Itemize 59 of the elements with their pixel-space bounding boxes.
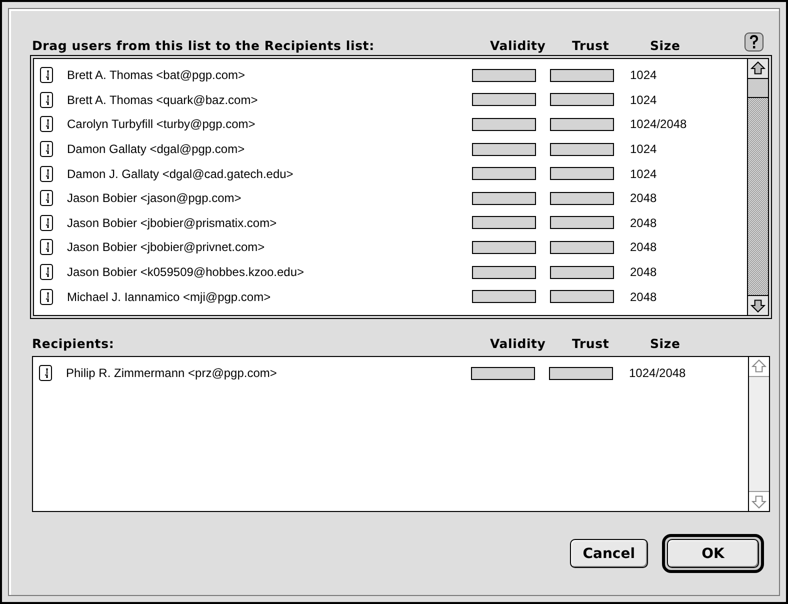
document-icon bbox=[40, 166, 53, 182]
scroll-up-icon[interactable] bbox=[748, 59, 768, 79]
user-name: Damon J. Gallaty <dgal@cad.gatech.edu> bbox=[67, 166, 294, 181]
key-row[interactable]: Brett A. Thomas <bat@pgp.com> 1024 bbox=[34, 63, 747, 88]
key-size: 1024/2048 bbox=[629, 366, 686, 380]
list-heading: Drag users from this list to the Recipients list: bbox=[32, 38, 376, 55]
document-icon bbox=[40, 141, 53, 158]
key-size: 1024/2048 bbox=[630, 117, 687, 132]
scrollbar[interactable] bbox=[747, 59, 768, 315]
key-size: 1024 bbox=[630, 142, 657, 156]
key-size: 2048 bbox=[630, 191, 657, 206]
key-size: 2048 bbox=[630, 290, 657, 304]
key-row[interactable]: Brett A. Thomas <quark@baz.com> 1024 bbox=[34, 88, 747, 112]
user-name: Carolyn Turbyfill <turby@pgp.com> bbox=[67, 117, 256, 132]
document-icon bbox=[40, 214, 53, 231]
scroll-down-icon[interactable] bbox=[748, 295, 768, 315]
key-size: 2048 bbox=[630, 240, 657, 254]
key-row[interactable]: Damon Gallaty <dgal@pgp.com> 1024 bbox=[34, 136, 747, 162]
user-name: Brett A. Thomas <bat@pgp.com> bbox=[67, 68, 246, 82]
help-icon[interactable] bbox=[744, 32, 764, 52]
key-row[interactable]: Carolyn Turbyfill <turby@pgp.com> 1024/2048 bbox=[34, 112, 747, 137]
key-row[interactable]: Damon J. Gallaty <dgal@cad.gatech.edu> 1024 bbox=[34, 161, 747, 186]
document-icon bbox=[40, 116, 53, 132]
scroll-thumb[interactable] bbox=[748, 79, 768, 98]
column-header: Validity bbox=[490, 336, 546, 353]
user-name: Jason Bobier <k059509@hobbes.kzoo.edu> bbox=[67, 265, 306, 280]
user-name: Philip R. Zimmermann <prz@pgp.com> bbox=[66, 366, 278, 380]
key-row[interactable]: Philip R. Zimmermann <prz@pgp.com> 1024/2048 bbox=[33, 361, 748, 386]
document-icon bbox=[40, 190, 53, 206]
column-header: Trust bbox=[572, 38, 610, 55]
column-header: Validity bbox=[490, 38, 546, 55]
key-size: 1024 bbox=[630, 166, 657, 181]
column-header: Trust bbox=[572, 336, 610, 353]
key-row[interactable]: Michael J. Iannamico <mji@pgp.com> 2048 bbox=[34, 284, 747, 309]
document-icon bbox=[40, 288, 53, 305]
list-heading: Recipients: bbox=[32, 336, 116, 353]
user-name: Jason Bobier <jbobier@privnet.com> bbox=[67, 240, 266, 254]
document-icon bbox=[40, 264, 53, 280]
user-name: Brett A. Thomas <quark@baz.com> bbox=[67, 92, 259, 107]
user-name: Jason Bobier <jason@pgp.com> bbox=[67, 191, 242, 206]
column-header: Size bbox=[650, 336, 680, 353]
key-row[interactable]: Jason Bobier <jbobier@prismatix.com> 2048 bbox=[34, 210, 747, 236]
key-row[interactable]: Jason Bobier <jbobier@privnet.com> 2048 bbox=[34, 235, 747, 260]
document-icon bbox=[40, 67, 53, 84]
user-name: Damon Gallaty <dgal@pgp.com> bbox=[67, 142, 246, 156]
user-name: Michael J. Iannamico <mji@pgp.com> bbox=[67, 290, 272, 304]
document-icon bbox=[40, 92, 53, 108]
key-size: 1024 bbox=[630, 68, 657, 82]
key-size: 1024 bbox=[630, 92, 657, 107]
column-header: Size bbox=[650, 38, 680, 55]
ok-button[interactable]: OK bbox=[667, 539, 759, 568]
key-size: 2048 bbox=[630, 265, 657, 280]
cancel-button[interactable]: Cancel bbox=[570, 539, 648, 568]
user-name: Jason Bobier <jbobier@prismatix.com> bbox=[67, 216, 278, 230]
key-row[interactable]: Jason Bobier <k059509@hobbes.kzoo.edu> 2048 bbox=[34, 260, 747, 284]
key-size: 2048 bbox=[630, 216, 657, 230]
document-icon bbox=[39, 365, 52, 382]
document-icon bbox=[40, 239, 53, 256]
key-row[interactable]: Jason Bobier <jason@pgp.com> 2048 bbox=[34, 186, 747, 211]
